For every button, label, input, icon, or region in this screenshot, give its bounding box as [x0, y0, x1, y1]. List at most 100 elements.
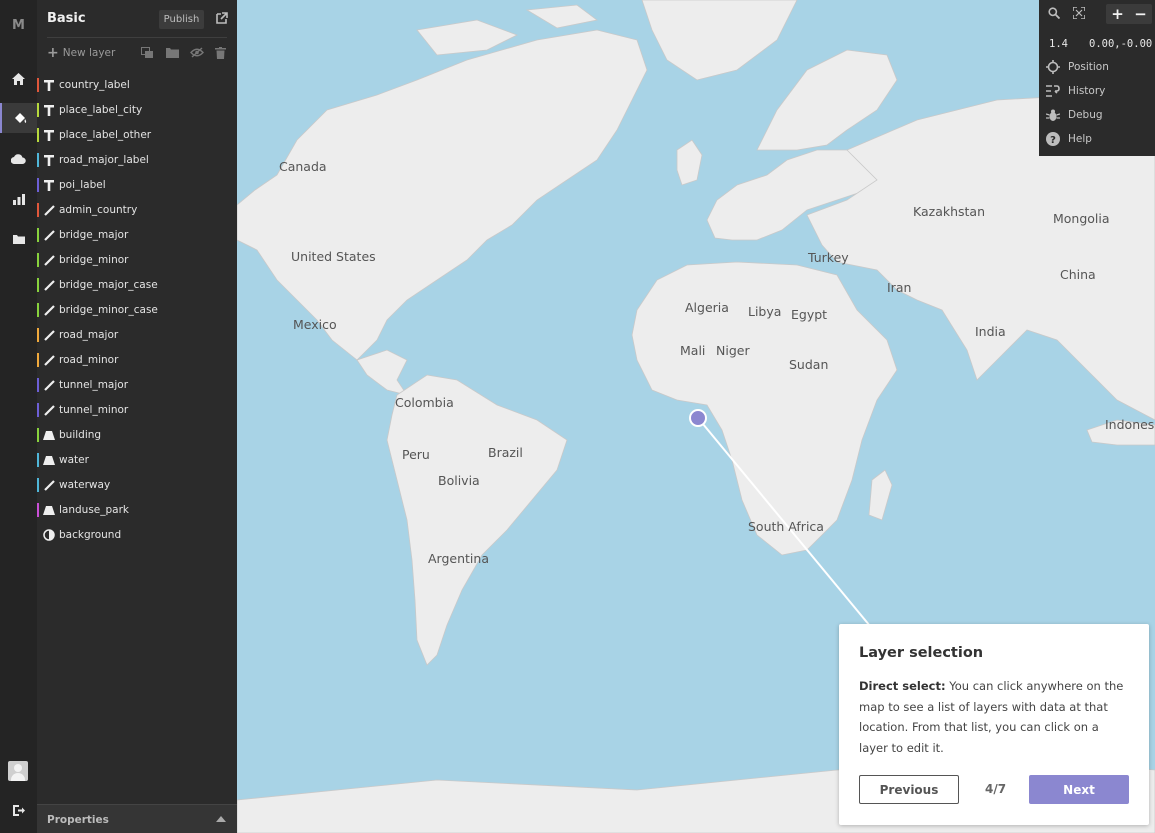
- layer-name: road_minor: [59, 354, 119, 366]
- tour-step-counter: 4/7: [985, 782, 1007, 796]
- external-link-icon: [216, 12, 228, 24]
- layer-name: bridge_minor_case: [59, 304, 158, 316]
- history-button[interactable]: History: [1046, 82, 1105, 100]
- layer-color-bar: [37, 278, 39, 292]
- layer-name: water: [59, 454, 89, 466]
- line-layer-icon: [43, 478, 55, 492]
- tilesets-button[interactable]: [0, 144, 37, 174]
- layer-name: place_label_other: [59, 129, 152, 141]
- map-label-niger: Niger: [716, 343, 750, 358]
- position-button[interactable]: Position: [1046, 58, 1109, 76]
- new-layer-button[interactable]: + New layer: [47, 46, 115, 60]
- home-button[interactable]: [0, 64, 37, 94]
- map-label-iran: Iran: [887, 280, 912, 295]
- app-logo[interactable]: M: [0, 18, 37, 33]
- layer-item[interactable]: place_label_city: [37, 98, 237, 123]
- layer-item[interactable]: water: [37, 448, 237, 473]
- layer-item[interactable]: tunnel_major: [37, 373, 237, 398]
- tour-body-bold: Direct select:: [859, 679, 946, 693]
- layer-item[interactable]: road_major: [37, 323, 237, 348]
- map-label-peru: Peru: [402, 447, 430, 462]
- line-layer-icon: [43, 403, 55, 417]
- map-label-united-states: United States: [291, 249, 376, 264]
- text-layer-icon: [43, 178, 55, 192]
- layer-color-bar: [37, 78, 39, 92]
- layer-item[interactable]: bridge_major_case: [37, 273, 237, 298]
- zoom-in-button[interactable]: +: [1106, 4, 1129, 24]
- layer-item[interactable]: country_label: [37, 73, 237, 98]
- line-layer-icon: [43, 378, 55, 392]
- line-layer-icon: [43, 253, 55, 267]
- layer-item[interactable]: poi_label: [37, 173, 237, 198]
- duplicate-icon[interactable]: [141, 47, 155, 59]
- layer-name: background: [59, 529, 122, 541]
- line-layer-icon: [43, 328, 55, 342]
- search-icon[interactable]: [1048, 7, 1060, 19]
- previous-button[interactable]: Previous: [859, 775, 959, 804]
- fill-layer-icon: [43, 428, 55, 442]
- line-layer-icon: [43, 303, 55, 317]
- map-label-egypt: Egypt: [791, 307, 828, 322]
- debug-button[interactable]: Debug: [1046, 106, 1103, 124]
- layer-item[interactable]: road_major_label: [37, 148, 237, 173]
- properties-bar[interactable]: Properties: [37, 804, 237, 833]
- style-editor-button[interactable]: [0, 103, 37, 133]
- layer-item[interactable]: road_minor: [37, 348, 237, 373]
- north-america-landmass: [237, 29, 648, 361]
- help-icon: ?: [1046, 132, 1060, 146]
- logout-button[interactable]: [0, 795, 37, 825]
- layer-name: landuse_park: [59, 504, 130, 516]
- zoom-out-button[interactable]: −: [1129, 4, 1152, 24]
- style-title[interactable]: Basic: [47, 11, 86, 26]
- layer-item[interactable]: background: [37, 523, 237, 548]
- group-folder-icon[interactable]: [166, 47, 179, 58]
- stats-button[interactable]: [0, 184, 37, 214]
- trash-icon[interactable]: [215, 47, 226, 59]
- bar-chart-icon: [12, 193, 25, 205]
- layer-item[interactable]: place_label_other: [37, 123, 237, 148]
- map-label-bolivia: Bolivia: [438, 473, 480, 488]
- layer-item[interactable]: bridge_minor_case: [37, 298, 237, 323]
- zoom-level: 1.4: [1049, 38, 1068, 50]
- text-layer-icon: [43, 128, 55, 142]
- layer-color-bar: [37, 128, 39, 142]
- line-layer-icon: [43, 353, 55, 367]
- tour-body: Direct select: You can click anywhere on…: [859, 676, 1131, 758]
- line-layer-icon: [43, 228, 55, 242]
- layer-color-bar: [37, 103, 39, 117]
- open-external-button[interactable]: [216, 12, 228, 27]
- divider: [47, 37, 227, 38]
- tour-tooltip: Layer selection Direct select: You can c…: [839, 624, 1149, 825]
- map-control-panel: + − 1.4 0.00,-0.00 Position History Debu…: [1039, 0, 1155, 156]
- layer-item[interactable]: tunnel_minor: [37, 398, 237, 423]
- help-button[interactable]: ? Help: [1046, 130, 1092, 148]
- layer-item[interactable]: landuse_park: [37, 498, 237, 523]
- layer-color-bar: [37, 203, 39, 217]
- layer-name: building: [59, 429, 102, 441]
- paint-bucket-icon: [14, 112, 26, 123]
- map-label-argentina: Argentina: [428, 551, 489, 566]
- layer-name: place_label_city: [59, 104, 143, 116]
- layer-name: road_major: [59, 329, 119, 341]
- app-rail: M: [0, 0, 37, 833]
- layer-list: country_label place_label_city place_label…: [37, 73, 237, 548]
- hide-eye-icon[interactable]: [190, 47, 204, 58]
- map-label-kazakhstan: Kazakhstan: [913, 204, 986, 219]
- layer-color-bar: [37, 503, 39, 517]
- line-layer-icon: [43, 203, 55, 217]
- avatar[interactable]: [8, 761, 28, 781]
- map-label-mexico: Mexico: [293, 317, 337, 332]
- next-button[interactable]: Next: [1029, 775, 1129, 804]
- layer-item[interactable]: bridge_minor: [37, 248, 237, 273]
- layer-color-bar: [37, 328, 39, 342]
- layer-item[interactable]: admin_country: [37, 198, 237, 223]
- layer-color-bar: [37, 403, 39, 417]
- layer-item[interactable]: building: [37, 423, 237, 448]
- layer-item[interactable]: waterway: [37, 473, 237, 498]
- datasets-button[interactable]: [0, 224, 37, 254]
- publish-button[interactable]: Publish: [159, 10, 204, 29]
- layer-item[interactable]: bridge_major: [37, 223, 237, 248]
- fullscreen-icon[interactable]: [1073, 7, 1085, 19]
- layer-color-bar: [37, 228, 39, 242]
- layer-tools: [141, 47, 226, 59]
